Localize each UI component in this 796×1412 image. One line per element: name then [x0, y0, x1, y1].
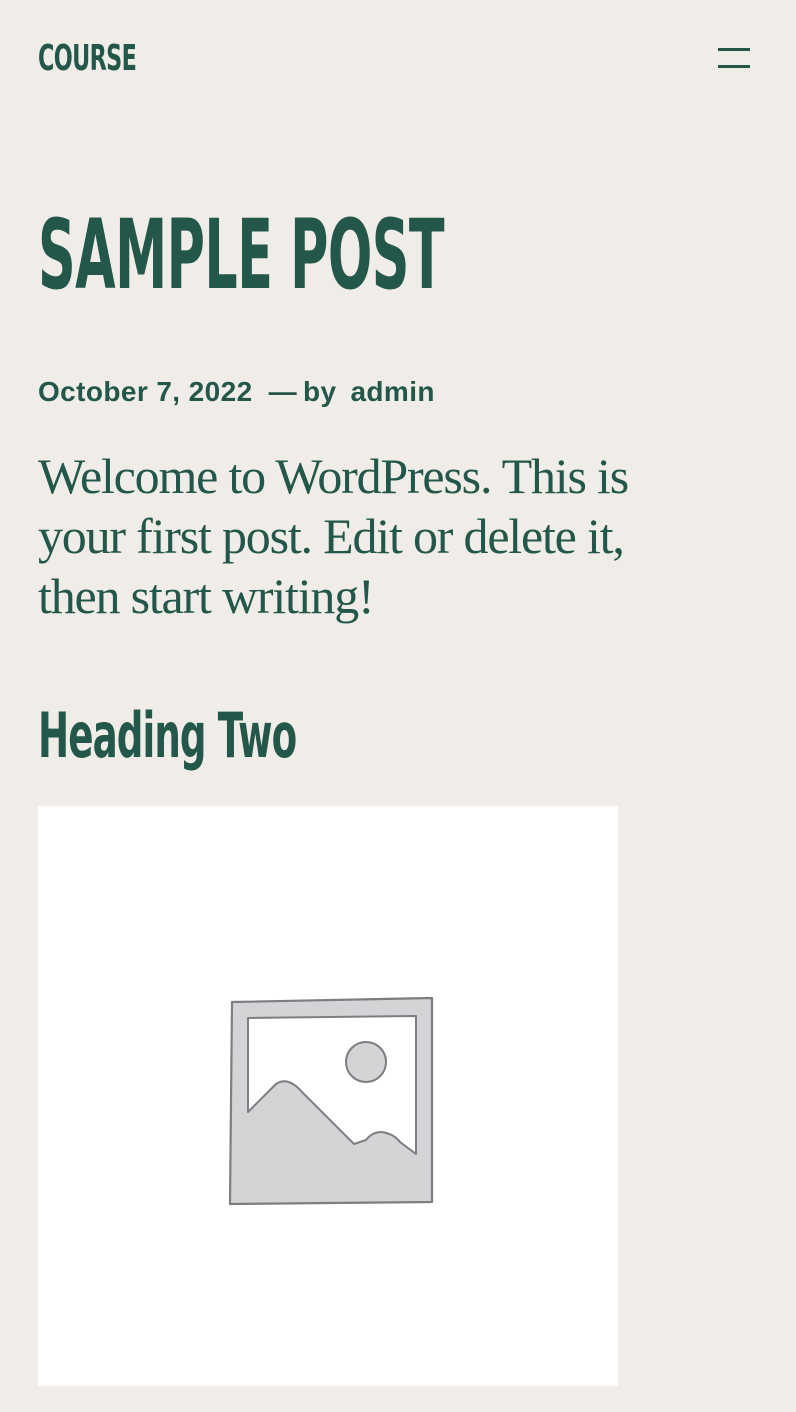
- by-label: by: [302, 376, 337, 407]
- site-title-link[interactable]: COURSE: [38, 38, 137, 80]
- meta-separator: —: [268, 376, 297, 407]
- menu-button[interactable]: [710, 38, 758, 78]
- image-placeholder-icon: [228, 996, 434, 1206]
- post-body-text: Welcome to WordPress. This is your first…: [38, 448, 629, 624]
- post-image: [38, 806, 618, 1386]
- post-date: October 7, 2022: [38, 376, 253, 407]
- site-header: COURSE: [0, 0, 796, 120]
- heading-two: Heading Two: [38, 699, 297, 772]
- post-title: SAMPLE POST: [38, 199, 445, 311]
- post-author-link[interactable]: admin: [350, 376, 434, 407]
- post-meta: October 7, 2022 — by admin: [38, 374, 435, 410]
